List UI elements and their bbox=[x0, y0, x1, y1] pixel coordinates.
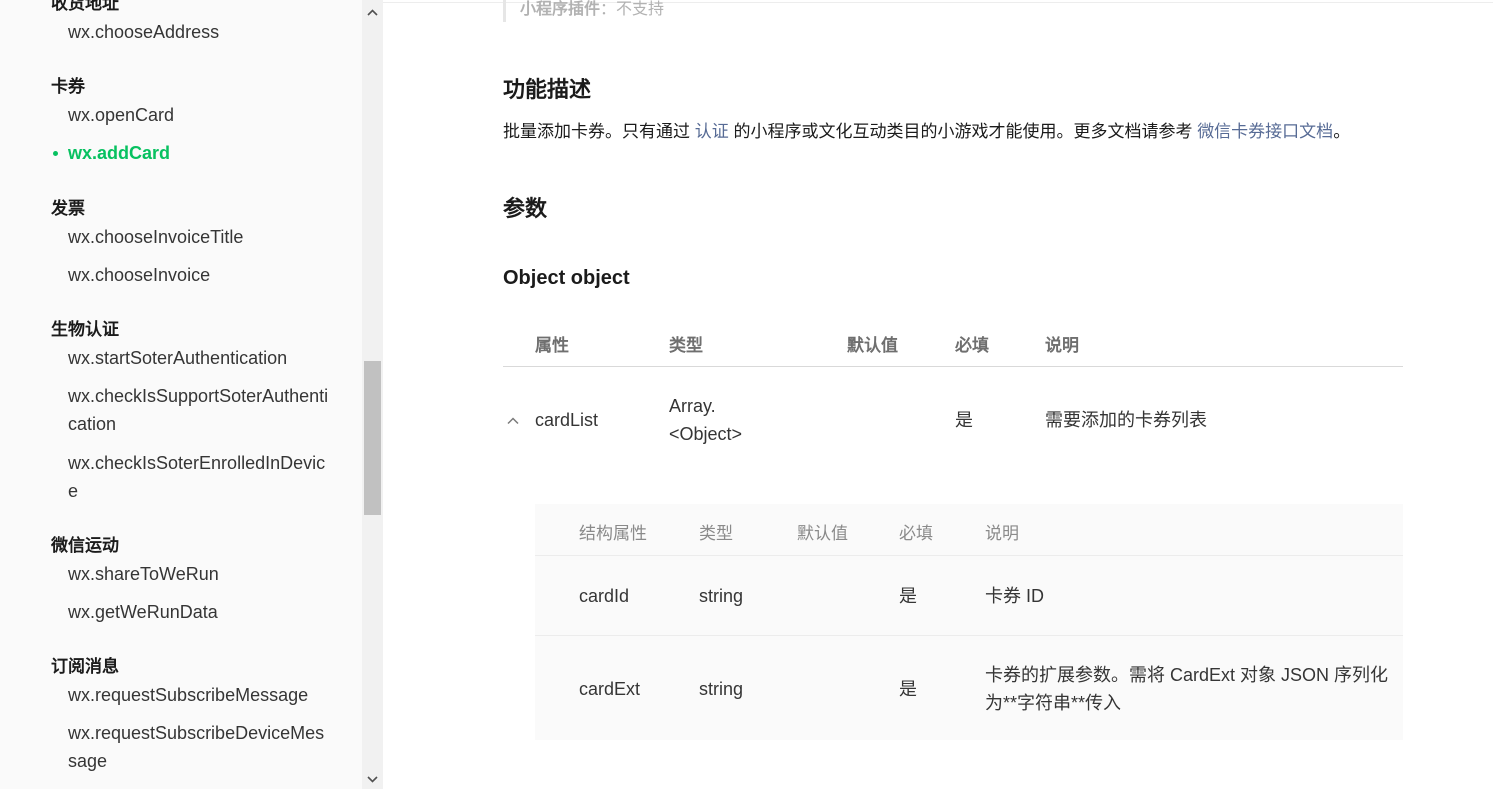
col-header-type: 类型 bbox=[669, 336, 703, 355]
feature-description-text: 批量添加卡券。只有通过 认证 的小程序或文化互动类目的小游戏才能使用。更多文档请… bbox=[503, 117, 1350, 142]
blockquote-bar bbox=[503, 0, 506, 22]
param-type-line1: Array. bbox=[669, 396, 716, 416]
col-header-default: 默认值 bbox=[847, 336, 898, 355]
desc-text-1: 批量添加卡券。只有通过 bbox=[503, 122, 695, 141]
object-heading: Object object bbox=[503, 267, 630, 289]
nav-group-title-subscribe: 订阅消息 bbox=[51, 657, 119, 676]
certification-link[interactable]: 认证 bbox=[695, 122, 729, 141]
plugin-support-label: 小程序插件 bbox=[520, 1, 601, 18]
struct-col-header-attr: 结构属性 bbox=[579, 524, 647, 543]
sidebar-nav: 收货地址 wx.chooseAddress 卡券 wx.openCard wx.… bbox=[0, 0, 362, 789]
sidebar-item-choose-address[interactable]: wx.chooseAddress bbox=[68, 18, 330, 46]
struct-type: string bbox=[699, 586, 744, 606]
params-heading: 参数 bbox=[503, 196, 548, 221]
sidebar-item-start-soter[interactable]: wx.startSoterAuthentication bbox=[68, 344, 330, 372]
sidebar-item-check-support-soter[interactable]: wx.checkIsSupportSoterAuthentication bbox=[68, 382, 330, 438]
param-desc: 需要添加的卡券列表 bbox=[1045, 410, 1207, 430]
sidebar-item-choose-invoice-title[interactable]: wx.chooseInvoiceTitle bbox=[68, 223, 330, 251]
struct-required: 是 bbox=[899, 679, 917, 699]
struct-name: cardId bbox=[579, 586, 630, 606]
plugin-support-value: ：不支持 bbox=[600, 1, 665, 18]
sidebar-item-choose-invoice[interactable]: wx.chooseInvoice bbox=[68, 261, 330, 289]
struct-col-header-desc: 说明 bbox=[985, 524, 1019, 543]
sidebar-item-request-subscribe-message[interactable]: wx.requestSubscribeMessage bbox=[68, 681, 330, 709]
param-table-header: 属性 类型 默认值 必填 说明 bbox=[503, 318, 1403, 367]
struct-type: string bbox=[699, 679, 744, 699]
sidebar-item-check-soter-enrolled[interactable]: wx.checkIsSoterEnrolledInDevice bbox=[68, 449, 330, 505]
table-row: cardExt string 是 卡券的扩展参数。需将 CardExt 对象 J… bbox=[535, 636, 1403, 740]
sidebar-item-add-card[interactable]: wx.addCard bbox=[68, 139, 330, 167]
sidebar-item-open-card[interactable]: wx.openCard bbox=[68, 101, 330, 129]
param-type-line2: <Object> bbox=[669, 424, 743, 444]
desc-text-2: 的小程序或文化互动类目的小游戏才能使用。更多文档请参考 bbox=[728, 122, 1198, 141]
col-header-desc: 说明 bbox=[1045, 336, 1079, 355]
collapse-caret-icon[interactable] bbox=[506, 414, 520, 428]
struct-name: cardExt bbox=[579, 679, 641, 699]
doc-content: 小程序插件：不支持 功能描述 批量添加卡券。只有通过 认证 的小程序或文化互动类… bbox=[383, 0, 1493, 789]
struct-required: 是 bbox=[899, 586, 917, 606]
scroll-down-arrow-icon[interactable] bbox=[362, 769, 383, 789]
scroll-up-arrow-icon[interactable] bbox=[362, 2, 383, 22]
struct-col-header-required: 必填 bbox=[899, 524, 933, 543]
plugin-support-note: 小程序插件：不支持 bbox=[520, 0, 664, 19]
table-row: cardId string 是 卡券 ID bbox=[535, 556, 1403, 636]
struct-desc-line1: 卡券 ID bbox=[985, 586, 1045, 606]
param-required: 是 bbox=[955, 410, 973, 430]
nav-group-title-address: 收货地址 bbox=[51, 0, 119, 13]
param-name: cardList bbox=[535, 410, 599, 430]
struct-desc-line2: 为**字符串**传入 bbox=[985, 693, 1122, 713]
sidebar-item-get-werun-data[interactable]: wx.getWeRunData bbox=[68, 598, 330, 626]
table-row: cardList Array. <Object> 是 需要添加的卡券列表 bbox=[503, 367, 1403, 477]
struct-table-header: 结构属性 类型 默认值 必填 说明 bbox=[535, 504, 1403, 556]
struct-col-header-type: 类型 bbox=[699, 524, 733, 543]
nav-group-title-soter: 生物认证 bbox=[51, 320, 119, 339]
col-header-required: 必填 bbox=[955, 336, 989, 355]
active-dot-icon bbox=[53, 151, 58, 156]
desc-text-3: 。 bbox=[1333, 122, 1351, 141]
struct-desc-line1: 卡券的扩展参数。需将 CardExt 对象 JSON 序列化 bbox=[985, 665, 1389, 685]
struct-table: 结构属性 类型 默认值 必填 说明 cardId string 是 卡券 ID … bbox=[535, 504, 1403, 740]
doc-page: 收货地址 wx.chooseAddress 卡券 wx.openCard wx.… bbox=[0, 0, 1493, 789]
nav-group-title-werun: 微信运动 bbox=[51, 536, 119, 555]
sidebar-item-request-subscribe-device-message[interactable]: wx.requestSubscribeDeviceMessage bbox=[68, 719, 330, 775]
card-api-docs-link[interactable]: 微信卡券接口文档 bbox=[1197, 122, 1333, 141]
sidebar-scrollbar[interactable] bbox=[362, 0, 383, 789]
sidebar-item-share-to-werun[interactable]: wx.shareToWeRun bbox=[68, 560, 330, 588]
nav-group-title-card: 卡券 bbox=[51, 77, 85, 96]
feature-description-heading: 功能描述 bbox=[503, 77, 592, 102]
struct-col-header-default: 默认值 bbox=[797, 524, 848, 543]
scrollbar-thumb[interactable] bbox=[364, 361, 381, 515]
col-header-attr: 属性 bbox=[535, 336, 569, 355]
nav-group-title-invoice: 发票 bbox=[51, 199, 85, 218]
